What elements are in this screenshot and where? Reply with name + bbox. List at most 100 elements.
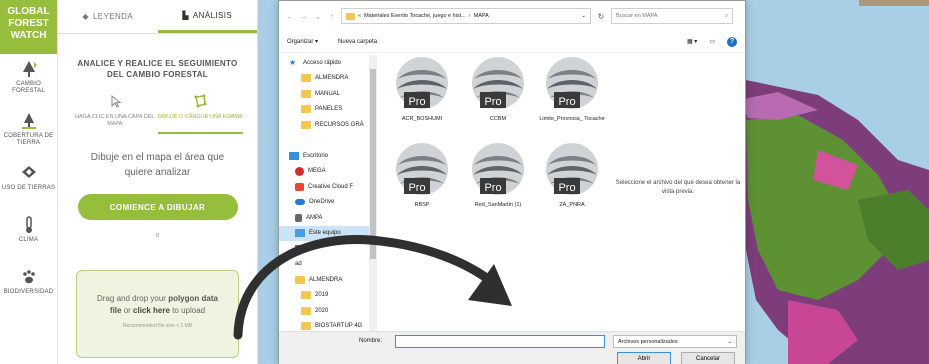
upload-link[interactable]: click here xyxy=(133,306,170,315)
file-open-dialog: ← → ⌄ ↑ « Materiales Evento Tocache, jue… xyxy=(278,0,746,364)
file-item[interactable]: Pro Red_SanMartin (1) xyxy=(463,143,533,209)
upload-dropzone[interactable]: Drag and drop your polygon data file or … xyxy=(76,270,239,358)
land-use-icon xyxy=(21,166,36,178)
folder-icon xyxy=(301,306,311,315)
open-button[interactable]: Abrir xyxy=(617,352,671,364)
tree-item[interactable]: 2019 xyxy=(279,288,377,304)
file-item[interactable]: Pro ACR_BOSHUMI xyxy=(387,57,457,123)
chevron-down-icon: ⌄ xyxy=(727,338,732,345)
tree-item[interactable]: MEGA xyxy=(279,164,377,180)
file-item[interactable]: Pro Limite_Provincia_ Tocache xyxy=(537,57,607,123)
view-options-icon[interactable]: ▦ ▾ xyxy=(687,38,697,45)
pc-icon xyxy=(295,229,305,238)
file-name: RBSP xyxy=(414,202,430,208)
tree-item[interactable]: RECURSOS GRÁ xyxy=(279,117,377,133)
nav-label: Uso de tierras xyxy=(1,185,56,191)
mode-draw-shape[interactable]: DIBUJE O CARGUE UNA FORMA xyxy=(157,94,243,134)
paw-icon xyxy=(22,270,35,284)
nav-label: Cambio forestal xyxy=(12,81,45,94)
cc-icon xyxy=(295,182,304,191)
back-arrow-icon[interactable]: ← xyxy=(285,12,295,21)
tree-item[interactable]: ALMENDRA xyxy=(279,71,377,87)
address-dropdown-icon[interactable]: ⌄ xyxy=(581,13,586,19)
tree-item[interactable]: BIOSTARTUP 4G xyxy=(279,319,377,332)
tree-item-label: Escritorio xyxy=(303,152,329,159)
nav-climate[interactable]: Clima xyxy=(0,210,57,262)
search-input[interactable]: Buscar en MAPA ⌕ xyxy=(611,8,733,24)
start-drawing-button[interactable]: COMIENCE A DIBUJAR xyxy=(77,194,238,220)
analysis-modes: HAGA CLIC EN UNA CAPA DEL MAPA DIBUJE O … xyxy=(72,94,243,134)
folder-icon xyxy=(301,120,311,129)
tree-item[interactable]: ★ Acceso rápido xyxy=(279,55,377,71)
tab-analysis[interactable]: ▙ ANÁLISIS xyxy=(157,0,257,33)
tree-item[interactable]: MANUAL xyxy=(279,86,377,102)
nav-label: Cobertura de tierra xyxy=(3,133,54,146)
tree-item[interactable]: 2020 xyxy=(279,303,377,319)
tree-item[interactable]: Bi xyxy=(279,241,377,257)
tree-item[interactable]: Escritorio xyxy=(279,148,377,164)
new-folder-button[interactable]: Nueva carpeta xyxy=(338,39,377,45)
tree-item-label: ALMENDRA xyxy=(315,75,349,82)
analysis-panel: ◆ LEYENDA ▙ ANÁLISIS ANALICE Y REALICE E… xyxy=(58,0,258,364)
nav-label: Clima xyxy=(18,237,39,243)
pro-badge: Pro xyxy=(408,96,425,108)
tree-scrollbar[interactable] xyxy=(369,55,377,331)
nav-land-cover[interactable]: Cobertura de tierra xyxy=(0,106,57,158)
or-separator: o xyxy=(155,232,160,239)
tree-item[interactable] xyxy=(279,133,377,149)
up-arrow-icon[interactable]: ↑ xyxy=(327,12,337,21)
cancel-button[interactable]: Cancelar xyxy=(681,352,735,364)
tree-item[interactable]: Este equipo xyxy=(279,225,377,241)
preview-pane-icon[interactable]: ▭ xyxy=(709,38,715,45)
file-item[interactable]: Pro CCBM xyxy=(463,57,533,123)
arcgis-pro-file-icon: Pro xyxy=(396,143,448,195)
dialog-footer: Nombre: Archivos personalizados ⌄ Abrir … xyxy=(279,331,745,364)
logo-line: FOREST xyxy=(8,18,49,29)
tree-item-label: 2020 xyxy=(315,307,329,314)
mode-click-layer[interactable]: HAGA CLIC EN UNA CAPA DEL MAPA xyxy=(72,94,158,134)
mode-label: HAGA CLIC EN UNA CAPA DEL MAPA xyxy=(75,114,155,127)
recent-dropdown-icon[interactable]: ⌄ xyxy=(313,12,323,21)
file-name-label: Nombre: xyxy=(359,338,383,344)
folder-icon xyxy=(301,322,311,331)
file-type-select[interactable]: Archivos personalizados ⌄ xyxy=(613,335,737,348)
arcgis-pro-file-icon: Pro xyxy=(546,143,598,195)
tree-item-label: BIOSTARTUP 4G xyxy=(315,323,363,330)
tree-item[interactable]: ad xyxy=(279,257,377,273)
arcgis-pro-file-icon: Pro xyxy=(472,57,524,109)
nav-land-use[interactable]: Uso de tierras xyxy=(0,158,57,210)
file-item[interactable]: Pro ZA_PNRA xyxy=(537,143,607,209)
pro-badge: Pro xyxy=(484,96,501,108)
tree-item[interactable]: AMPA xyxy=(279,210,377,226)
file-item[interactable]: Pro RBSP xyxy=(387,143,457,209)
file-name-input[interactable] xyxy=(395,335,605,348)
file-name: ZA_PNRA xyxy=(559,202,585,208)
od-icon xyxy=(295,199,305,206)
tree-item-label: RECURSOS GRÁ xyxy=(315,121,364,128)
scrollbar-thumb[interactable] xyxy=(370,69,376,259)
address-bar[interactable]: « Materiales Evento Tocache, juego e his… xyxy=(341,8,591,24)
gfw-logo[interactable]: GLOBAL FOREST WATCH xyxy=(0,0,57,54)
tab-legend[interactable]: ◆ LEYENDA xyxy=(58,0,158,33)
dialog-toolbar: Organizar ▾ Nueva carpeta ▦ ▾ ▭ ? xyxy=(279,31,745,53)
refresh-icon[interactable]: ↻ xyxy=(595,12,607,21)
folder-icon xyxy=(295,275,305,284)
organize-button[interactable]: Organizar ▾ xyxy=(287,38,318,45)
preview-message: Seleccione el archivo del que desea obte… xyxy=(615,180,741,195)
help-icon[interactable]: ? xyxy=(727,36,737,47)
path-segment[interactable]: Materiales Evento Tocache, juego e hist.… xyxy=(364,13,466,19)
tree-item[interactable]: PANELES xyxy=(279,102,377,118)
forward-arrow-icon[interactable]: → xyxy=(299,12,309,21)
nav-forest-change[interactable]: Cambio forestal xyxy=(0,54,57,106)
tree-item[interactable]: ALMENDRA xyxy=(279,272,377,288)
tree-item[interactable]: Creative Cloud F xyxy=(279,179,377,195)
tree-item[interactable]: OneDrive xyxy=(279,195,377,211)
path-segment[interactable]: MAPA xyxy=(474,13,489,19)
path-separator: › xyxy=(468,13,471,19)
map-control[interactable] xyxy=(859,0,929,6)
desk-icon xyxy=(289,151,299,160)
panel-title: ANALICE Y REALICE EL SEGUIMIENTO DEL CAM… xyxy=(77,59,238,79)
chart-icon: ▙ xyxy=(182,10,189,20)
nav-biodiversity[interactable]: Biodiversidad xyxy=(0,262,57,314)
pro-badge: Pro xyxy=(558,96,575,108)
